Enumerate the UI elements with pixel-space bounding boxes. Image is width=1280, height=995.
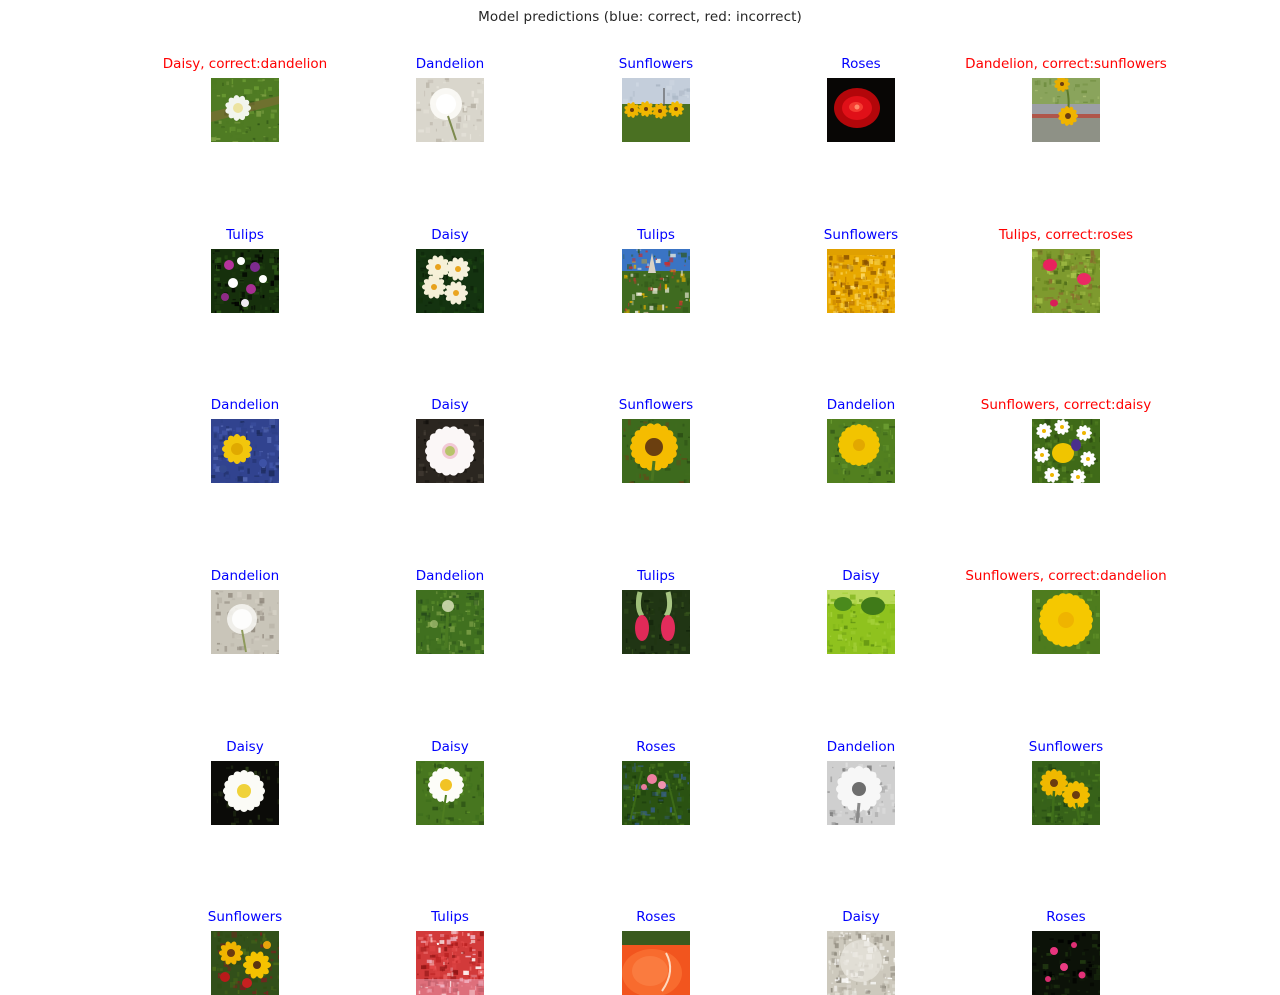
flower-thumbnail xyxy=(1032,249,1100,313)
prediction-label: Dandelion, correct:sunflowers xyxy=(936,56,1196,72)
prediction-label: Sunflowers, correct:daisy xyxy=(936,397,1196,413)
prediction-cell: Tulips, correct:roses xyxy=(936,227,1196,312)
prediction-cell: Roses xyxy=(936,909,1196,994)
flower-thumbnail xyxy=(622,419,690,483)
flower-thumbnail xyxy=(622,249,690,313)
prediction-cell: Dandelion, correct:sunflowers xyxy=(936,56,1196,141)
prediction-cell: Sunflowers, correct:dandelion xyxy=(936,568,1196,653)
flower-thumbnail xyxy=(827,590,895,654)
flower-thumbnail xyxy=(416,931,484,995)
flower-thumbnail xyxy=(1032,761,1100,825)
flower-thumbnail xyxy=(211,761,279,825)
prediction-label: Sunflowers xyxy=(936,739,1196,755)
prediction-column-5: Dandelion, correct:sunflowers Tulips, cor… xyxy=(936,56,1196,568)
flower-thumbnail xyxy=(416,590,484,654)
flower-thumbnail xyxy=(211,931,279,995)
flower-thumbnail xyxy=(416,78,484,142)
flower-thumbnail xyxy=(827,249,895,313)
flower-thumbnail xyxy=(211,78,279,142)
prediction-cell: Sunflowers xyxy=(936,739,1196,824)
flower-thumbnail xyxy=(1032,590,1100,654)
flower-thumbnail xyxy=(622,931,690,995)
prediction-cell: Sunflowers, correct:daisy xyxy=(936,397,1196,482)
flower-thumbnail xyxy=(827,761,895,825)
flower-thumbnail xyxy=(1032,931,1100,995)
flower-thumbnail xyxy=(211,249,279,313)
flower-thumbnail xyxy=(416,419,484,483)
flower-thumbnail xyxy=(622,78,690,142)
flower-thumbnail xyxy=(827,931,895,995)
flower-thumbnail xyxy=(211,419,279,483)
prediction-label: Roses xyxy=(936,909,1196,925)
flower-thumbnail xyxy=(1032,78,1100,142)
flower-thumbnail xyxy=(827,78,895,142)
flower-thumbnail xyxy=(416,761,484,825)
prediction-label: Tulips, correct:roses xyxy=(936,227,1196,243)
flower-thumbnail xyxy=(622,590,690,654)
prediction-label: Sunflowers, correct:dandelion xyxy=(936,568,1196,584)
figure-canvas: Model predictions (blue: correct, red: i… xyxy=(0,0,1280,639)
flower-thumbnail xyxy=(416,249,484,313)
flower-thumbnail xyxy=(622,761,690,825)
flower-thumbnail xyxy=(827,419,895,483)
page-title: Model predictions (blue: correct, red: i… xyxy=(0,9,1280,25)
flower-thumbnail xyxy=(1032,419,1100,483)
flower-thumbnail xyxy=(211,590,279,654)
